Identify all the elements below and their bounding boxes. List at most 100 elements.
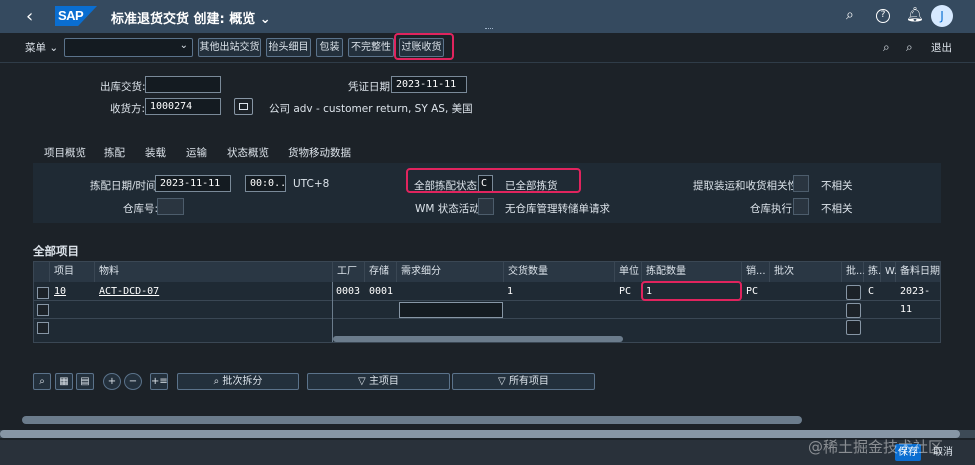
column-header[interactable]: 批... (842, 262, 866, 282)
column-header[interactable]: 交货数量 (504, 262, 615, 282)
highlight-box (641, 281, 742, 301)
search-icon[interactable]: ⌕ (846, 7, 854, 23)
timezone-label: UTC+8 (293, 178, 330, 190)
req-seg-input[interactable] (399, 302, 503, 318)
column-header[interactable]: 项目 (50, 262, 95, 282)
zoom-icon[interactable]: ⌕ (33, 373, 51, 390)
chevron-down-icon: ⌄ (259, 12, 271, 27)
menu-button[interactable]: 菜单 ⌄ (25, 40, 58, 55)
search-settings-icon[interactable]: ⌕ (906, 40, 913, 55)
highlight-box (406, 168, 581, 193)
exit-button[interactable]: 退出 (931, 40, 952, 55)
command-field[interactable]: ⌄ (64, 38, 193, 57)
table-scrollbar[interactable] (333, 336, 623, 342)
column-header[interactable]: 拣... (864, 262, 888, 282)
batch-split-button[interactable]: ⌕ 批次拆分 (177, 373, 299, 390)
row-select-checkbox[interactable] (37, 322, 49, 334)
column-header[interactable]: 销... (742, 262, 770, 282)
search-icon: ⌕ (213, 376, 220, 387)
doc-date-field[interactable]: 2023-11-11 (391, 76, 467, 93)
wm-status-text: 无仓库管理转储单请求 (505, 203, 610, 215)
outbound-delivery-field[interactable] (145, 76, 221, 93)
collapse-handle[interactable] (485, 28, 493, 31)
item-number[interactable]: 10 (54, 283, 66, 301)
all-items-button[interactable]: ▽ 所有项目 (452, 373, 595, 390)
row-select-checkbox[interactable] (37, 287, 49, 299)
back-icon[interactable]: ‹ (26, 6, 33, 27)
pick-time-field[interactable]: 00:0.. (245, 175, 286, 192)
shell-bar: ‹ SAP 标准退货交货 创建: 概览 ⌄ ⌕ ? 🔔︎ J (0, 0, 975, 33)
ship-to-description: 公司 adv - customer return, SY AS, 美国 (269, 103, 473, 115)
header-details-button[interactable]: 抬头细目 (266, 38, 311, 57)
pack-button[interactable]: 包装 (316, 38, 343, 57)
column-header[interactable]: 拣配数量 (642, 262, 742, 282)
qty-cell: 1 (507, 286, 514, 297)
items-title: 全部项目 (33, 244, 79, 258)
avatar[interactable]: J (931, 5, 953, 27)
outbound-delivery-label: 出库交货: (100, 81, 146, 93)
column-header[interactable]: 单位 (615, 262, 642, 282)
watermark: @稀土掘金技术社区 (808, 438, 944, 456)
items-table: 项目 物料 工厂 存储 需求细分 交货数量 单位 拣配数量 销... 批次 批.… (33, 261, 941, 343)
wh-exec-field (793, 198, 809, 215)
select-all-column[interactable] (34, 262, 50, 282)
wm-status-label: WM 状态活动: (415, 203, 484, 215)
sloc-cell: 0001 (369, 286, 394, 297)
relevance-label: 提取装运和收货相关性: (693, 180, 802, 192)
address-card-icon[interactable] (234, 98, 253, 115)
sales-unit-cell: PC (746, 286, 759, 297)
column-header[interactable]: W... (881, 262, 903, 282)
help-icon[interactable]: ? (876, 9, 890, 23)
batch-button[interactable] (846, 320, 861, 335)
highlight-box (394, 33, 454, 60)
column-header[interactable]: 物料 (95, 262, 333, 282)
tab-item-overview[interactable]: 项目概览 (44, 145, 86, 160)
column-header[interactable]: 备料日期 (896, 262, 940, 282)
filter-icon: ▽ (358, 376, 366, 387)
chevron-down-icon: ⌄ (179, 40, 188, 51)
tab-transport[interactable]: 运输 (186, 145, 207, 160)
material-cell[interactable]: ACT-DCD-07 (99, 283, 159, 301)
column-header[interactable]: 存储 (365, 262, 397, 282)
relevance-text: 不相关 (821, 180, 853, 192)
insert-icon[interactable]: +≡ (150, 373, 168, 390)
column-header[interactable]: 需求细分 (397, 262, 504, 282)
pick-date-field[interactable]: 2023-11-11 (155, 175, 231, 192)
incompleteness-button[interactable]: 不完整性 (348, 38, 394, 57)
tab-goods-movement[interactable]: 货物移动数据 (288, 145, 351, 160)
page-title[interactable]: 标准退货交货 创建: 概览 ⌄ (111, 8, 271, 27)
column-header[interactable]: 工厂 (333, 262, 365, 282)
tab-status-overview[interactable]: 状态概览 (227, 145, 269, 160)
plant-cell: 0003 (336, 286, 361, 297)
row-select-checkbox[interactable] (37, 304, 49, 316)
main-items-button[interactable]: ▽ 主项目 (307, 373, 450, 390)
toolbar: 菜单 ⌄ ⌄ 其他出站交货 抬头细目 包装 不完整性 过账收货 ⌕ ⌕ 退出 (0, 33, 975, 63)
relevance-field (793, 175, 809, 192)
wh-exec-label: 仓库执行: (750, 203, 796, 215)
grid-icon[interactable]: ▦ (55, 373, 73, 390)
doc-date-label: 凭证日期: (348, 81, 394, 93)
add-row-icon[interactable]: + (103, 373, 121, 390)
search-icon[interactable]: ⌕ (883, 40, 890, 55)
batch-button[interactable] (846, 285, 861, 300)
panel-scrollbar[interactable] (22, 416, 802, 424)
wm-status-field (478, 198, 494, 215)
pick-status-cell: C (868, 286, 875, 297)
column-header[interactable]: 批次 (770, 262, 842, 282)
tab-loading[interactable]: 装载 (145, 145, 166, 160)
batch-button[interactable] (846, 303, 861, 318)
bell-icon[interactable]: 🔔︎ (906, 7, 924, 23)
grid-select-icon[interactable]: ▤ (76, 373, 94, 390)
warehouse-label: 仓库号: (123, 203, 159, 215)
wh-exec-text: 不相关 (821, 203, 853, 215)
pick-date-label: 拣配日期/时间: (90, 180, 161, 192)
delete-row-icon[interactable]: − (124, 373, 142, 390)
date-cell: 2023-11 (900, 286, 931, 315)
unit-cell: PC (619, 286, 632, 297)
sap-logo: SAP (55, 6, 97, 26)
clear-filter-icon: ▽ (498, 376, 506, 387)
ship-to-label: 收货方: (110, 103, 146, 115)
warehouse-field[interactable] (157, 198, 184, 215)
ship-to-field[interactable]: 1000274 (145, 98, 221, 115)
other-outbound-delivery-button[interactable]: 其他出站交货 (198, 38, 261, 57)
